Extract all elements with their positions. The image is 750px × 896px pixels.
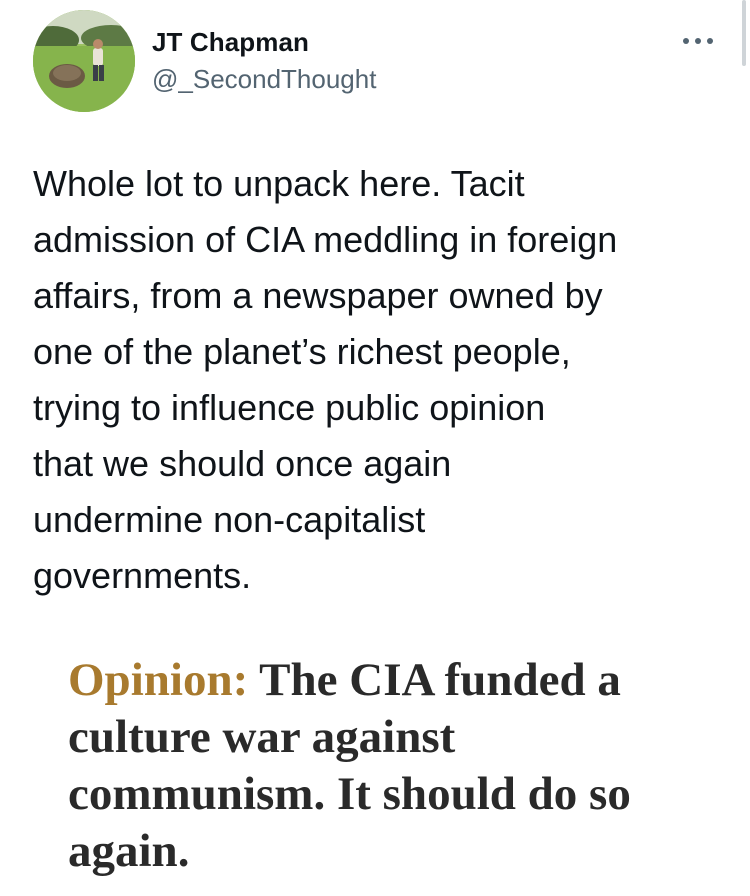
headline-kicker: Opinion: (68, 654, 249, 706)
avatar-photo (33, 10, 135, 112)
avatar[interactable] (33, 10, 135, 112)
author-handle[interactable]: @_SecondThought (152, 64, 376, 95)
more-horizontal-icon (683, 38, 713, 44)
more-button[interactable] (680, 26, 716, 56)
scrollbar[interactable] (742, 0, 746, 66)
tweet-text: Whole lot to unpack here. Tacit admissio… (33, 163, 618, 596)
article-headline[interactable]: Opinion: The CIA funded a culture war ag… (68, 652, 708, 880)
author-name[interactable]: JT Chapman (152, 27, 309, 58)
tweet-card: JT Chapman @_SecondThought Whole lot to … (0, 0, 750, 896)
